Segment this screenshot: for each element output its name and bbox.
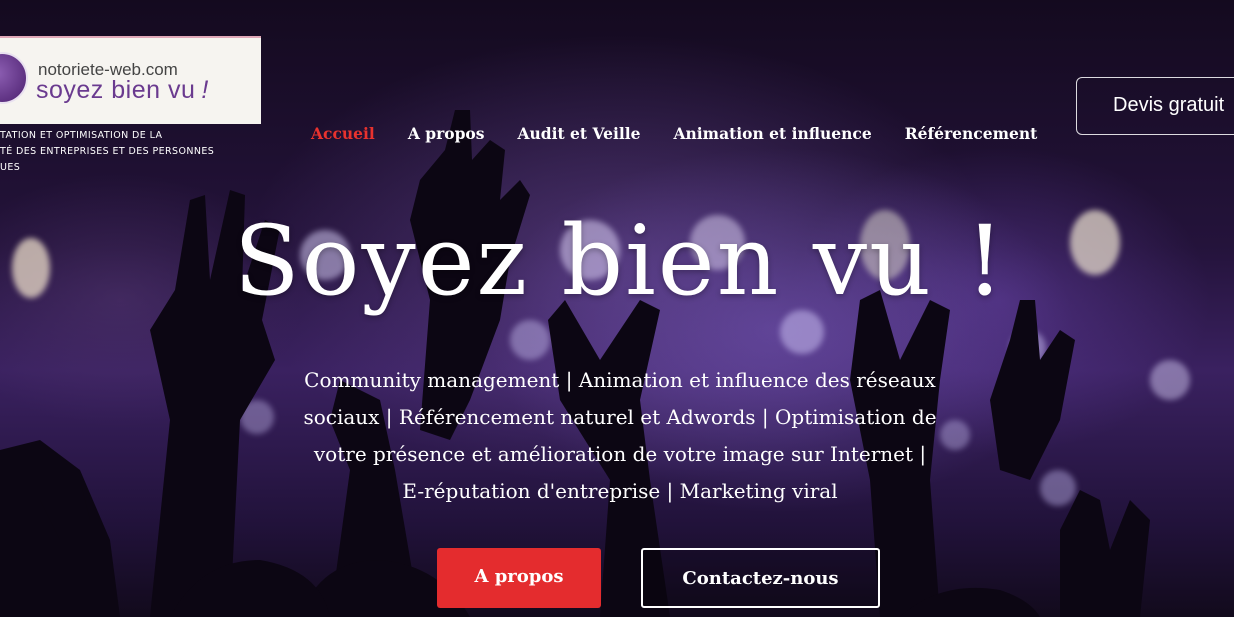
hero-title: Soyez bien vu !: [233, 205, 1007, 317]
hero-subtitle-line: votre présence et amélioration de votre …: [313, 442, 927, 466]
logo-slogan-text: soyez bien vu!: [36, 76, 209, 105]
nav-item-referencement[interactable]: Référencement: [905, 124, 1038, 143]
hero-subtitle-line: Community management | Animation et infl…: [304, 368, 936, 392]
hero-subtitle-line: E-réputation d'entreprise | Marketing vi…: [402, 479, 838, 503]
logo-slogan-words: soyez bien vu: [36, 76, 196, 104]
tagline-line: UES: [0, 162, 21, 173]
logo-emblem-icon: [0, 52, 28, 104]
site-logo[interactable]: notoriete-web.com soyez bien vu!: [0, 36, 261, 124]
nav-item-audit-et-veille[interactable]: Audit et Veille: [517, 124, 640, 143]
hero-subtitle: Community management | Animation et infl…: [290, 362, 950, 510]
devis-gratuit-button[interactable]: Devis gratuit: [1076, 77, 1234, 135]
nav-item-a-propos[interactable]: A propos: [408, 124, 485, 143]
site-tagline: TATION ET OPTIMISATION DE LA TÉ DES ENTR…: [0, 128, 230, 176]
contactez-nous-button[interactable]: Contactez-nous: [641, 548, 880, 608]
hero-subtitle-line: sociaux | Référencement naturel et Adwor…: [303, 405, 937, 429]
a-propos-button[interactable]: A propos: [437, 548, 601, 608]
nav-item-animation-et-influence[interactable]: Animation et influence: [673, 124, 871, 143]
nav-item-accueil[interactable]: Accueil: [311, 124, 375, 143]
main-navigation: Accueil A propos Audit et Veille Animati…: [311, 124, 1070, 143]
tagline-line: TÉ DES ENTREPRISES ET DES PERSONNES: [0, 146, 215, 157]
logo-slogan-mark: !: [201, 76, 209, 104]
tagline-line: TATION ET OPTIMISATION DE LA: [0, 130, 163, 141]
